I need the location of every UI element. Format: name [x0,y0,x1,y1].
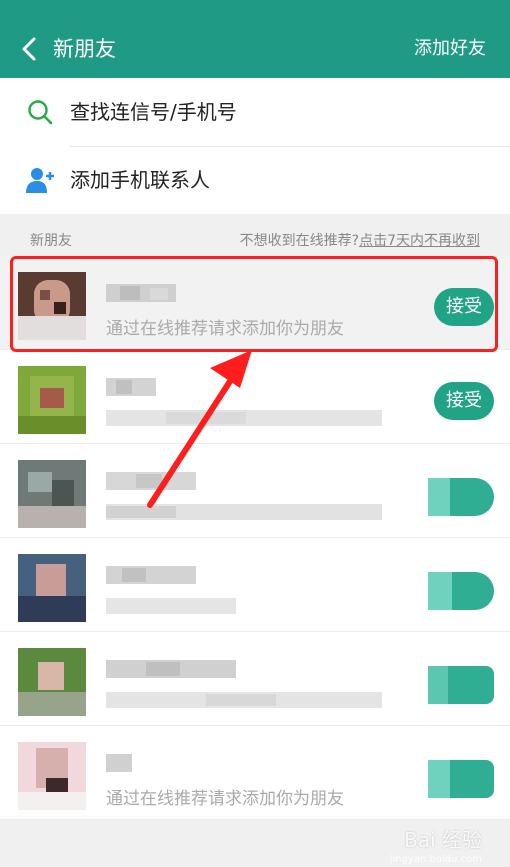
add-phone-contacts-item[interactable]: 添加手机联系人 [0,146,510,214]
request-message: 通过在线推荐请求添加你为朋友 [106,789,344,809]
highlight-box [10,256,498,352]
message-blurred [106,504,382,520]
list-item[interactable]: 通过在线推荐请求添加你为朋友 [0,726,510,820]
section-hint-text: 不想收到在线推荐? [239,233,360,249]
section-title: 新朋友 [30,233,72,249]
search-friend-label: 查找连信号/手机号 [70,100,237,124]
list-item[interactable] [0,538,510,632]
menu-list: 查找连信号/手机号 添加手机联系人 [0,78,510,214]
name-blurred [106,378,156,396]
accept-button[interactable]: 接受 [434,382,494,420]
accept-button[interactable] [428,572,494,610]
message-blurred [106,410,382,426]
avatar [18,366,86,434]
accept-button[interactable] [428,666,494,704]
avatar [18,742,86,810]
name-blurred [106,660,236,678]
avatar [18,648,86,716]
accept-button[interactable] [428,760,494,798]
add-phone-contacts-label: 添加手机联系人 [70,168,210,192]
name-blurred [106,754,132,772]
divider [70,146,510,147]
search-friend-item[interactable]: 查找连信号/手机号 [0,78,510,146]
name-blurred [106,566,196,584]
list-item[interactable] [0,444,510,538]
message-blurred [106,692,382,708]
search-icon [28,100,53,125]
section-header: 新朋友 不想收到在线推荐?点击7天内不再收到 [0,226,510,254]
chevron-left-icon[interactable] [16,33,44,65]
status-bar [0,0,510,20]
list-item[interactable]: 接受 [0,350,510,444]
avatar [18,554,86,622]
message-blurred [106,598,236,614]
list-item[interactable] [0,632,510,726]
accept-button[interactable] [428,478,494,516]
avatar [18,460,86,528]
app-bar: 新朋友 添加好友 [0,20,510,78]
name-blurred [106,472,196,490]
watermark: Bai 经验 [404,828,482,852]
watermark-sub: jingyan.baidu.com [389,854,482,865]
add-friend-button[interactable]: 添加好友 [414,33,486,65]
page-title: 新朋友 [53,37,116,61]
disable-recommend-link[interactable]: 点击7天内不再收到 [359,233,480,249]
section-hint: 不想收到在线推荐?点击7天内不再收到 [240,230,480,250]
add-user-icon [26,168,54,193]
